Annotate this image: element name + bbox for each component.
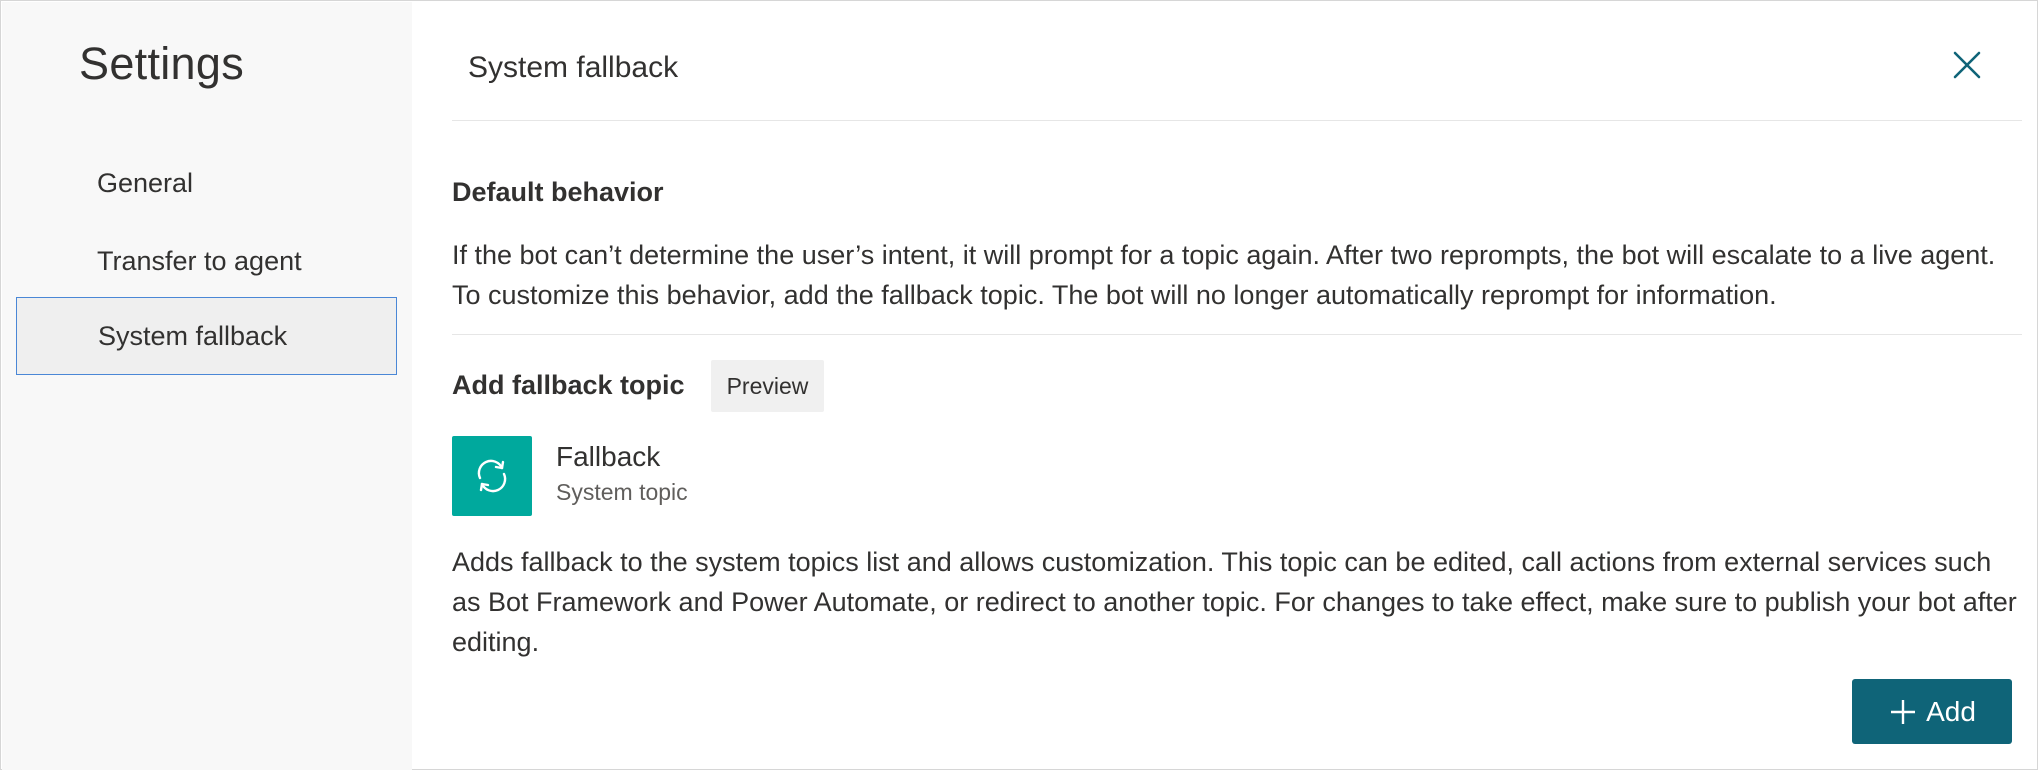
plus-icon — [1891, 699, 1916, 724]
default-behavior-heading: Default behavior — [452, 177, 664, 207]
sidebar-title: Settings — [79, 38, 244, 89]
sidebar-item-general[interactable]: General — [16, 144, 397, 222]
sidebar-item-label: General — [97, 167, 194, 198]
preview-badge: Preview — [711, 360, 824, 412]
topic-icon-tile — [452, 436, 532, 516]
sidebar-item-system-fallback[interactable]: System fallback — [16, 297, 397, 375]
sidebar-item-label: System fallback — [98, 320, 288, 351]
divider — [452, 334, 2022, 335]
add-button-label: Add — [1926, 695, 1976, 727]
divider — [452, 120, 2022, 121]
close-button[interactable] — [1947, 45, 1987, 85]
settings-window: Settings General Transfer to agent Syste… — [0, 0, 2038, 770]
sidebar-item-label: Transfer to agent — [97, 245, 302, 276]
refresh-icon — [477, 459, 507, 493]
default-behavior-description: If the bot can’t determine the user’s in… — [452, 240, 1996, 310]
topic-subtitle: System topic — [556, 479, 688, 505]
add-fallback-description: Adds fallback to the system topics list … — [452, 547, 2017, 657]
close-icon — [1953, 51, 1981, 79]
sidebar-item-transfer-to-agent[interactable]: Transfer to agent — [16, 222, 397, 300]
topic-name: Fallback — [556, 441, 661, 472]
settings-sidebar: Settings — [2, 2, 412, 770]
add-fallback-heading: Add fallback topic — [452, 370, 685, 400]
panel-title: System fallback — [468, 51, 679, 84]
add-button[interactable]: Add — [1852, 679, 2012, 744]
